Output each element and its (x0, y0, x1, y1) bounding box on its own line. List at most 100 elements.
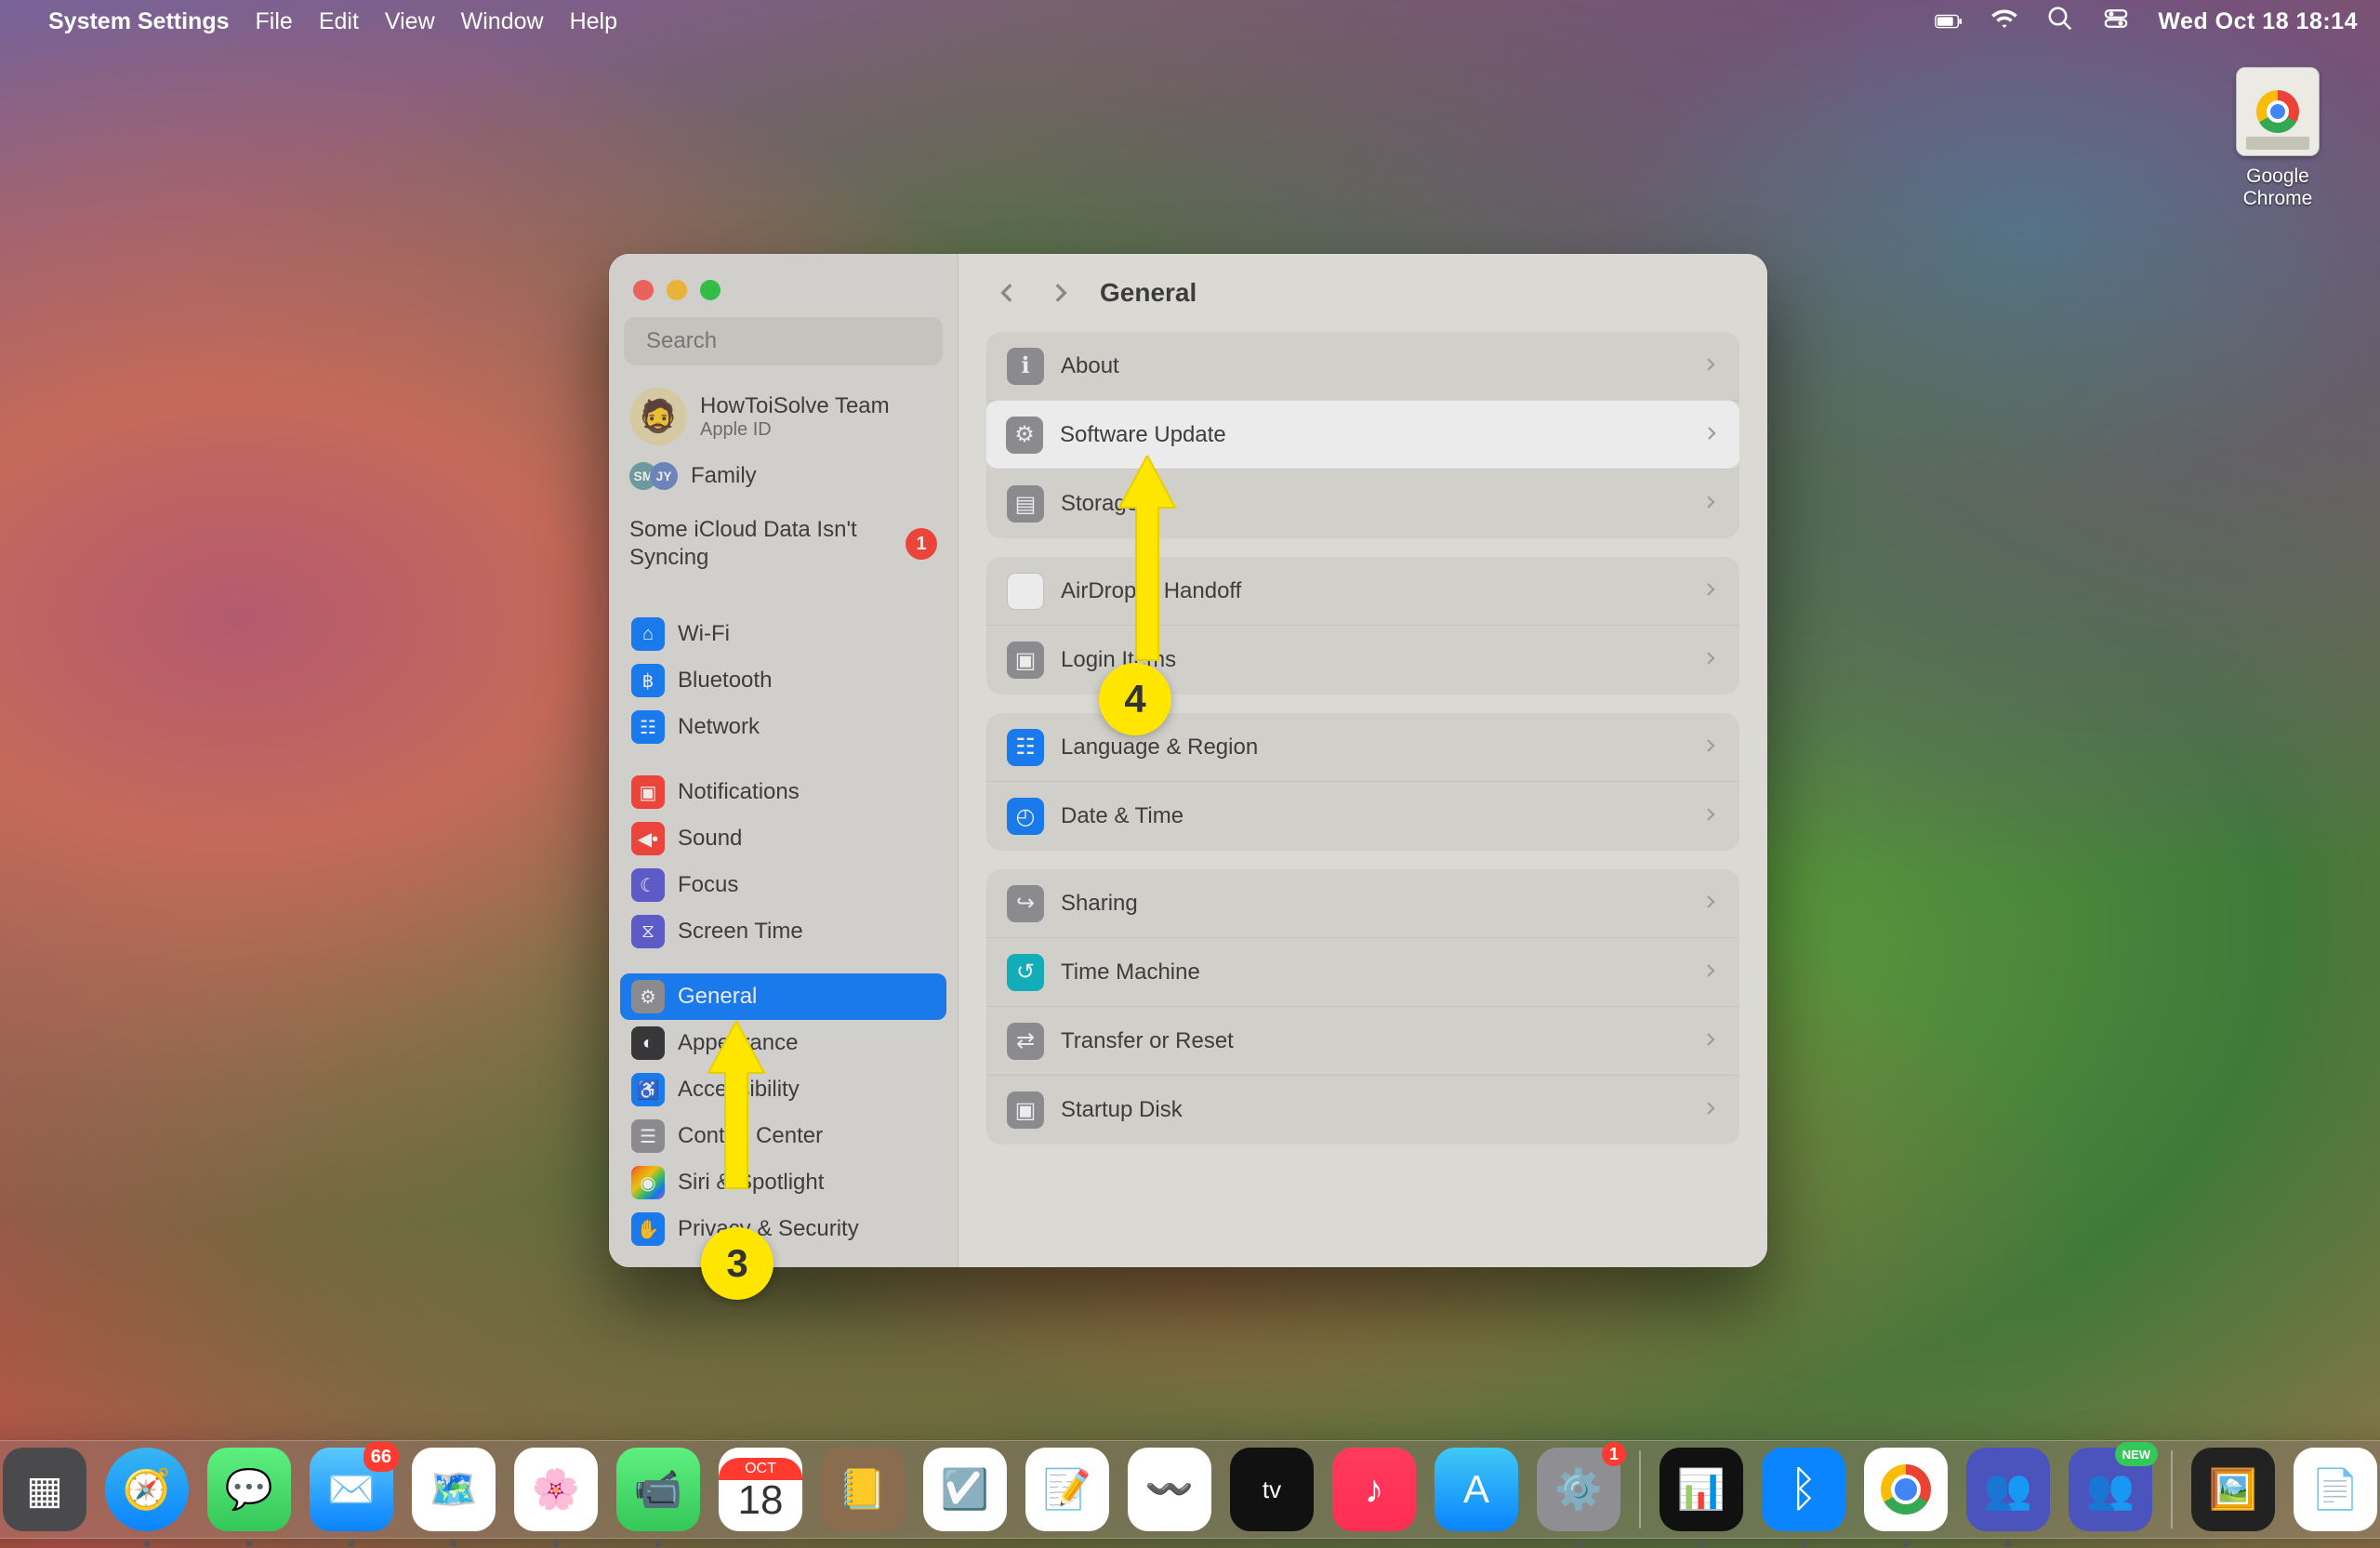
chevron-right-icon (1702, 734, 1719, 761)
dock-facetime[interactable]: 📹 (616, 1448, 700, 1531)
mail-badge: 66 (364, 1442, 399, 1472)
sidebar-item-notifications[interactable]: ▣Notifications (620, 769, 946, 815)
chevron-right-icon (1702, 959, 1719, 986)
content-row-storage[interactable]: ▤Storage (986, 470, 1739, 538)
about-icon: ℹ (1007, 348, 1044, 385)
general-icon: ⚙ (631, 980, 665, 1013)
menubar-item-edit[interactable]: Edit (319, 8, 359, 35)
control-center-icon[interactable] (2102, 5, 2130, 39)
settings-content: General ℹAbout⚙Software Update▤Storage ◎A… (959, 254, 1767, 1267)
dock-reminders[interactable]: ☑️ (923, 1448, 1007, 1531)
controlcenter-icon: ☰ (631, 1119, 665, 1153)
sidebar-item-network[interactable]: ☷Network (620, 704, 946, 750)
dock-settings[interactable]: ⚙️1 (1537, 1448, 1620, 1531)
sidebar-item-bluetooth[interactable]: ฿Bluetooth (620, 657, 946, 704)
wifi-icon[interactable] (1990, 5, 2018, 39)
content-row-airdrop[interactable]: ◎AirDrop & Handoff (986, 557, 1739, 626)
content-row-startup[interactable]: ▣Startup Disk (986, 1076, 1739, 1144)
sidebar-item-general[interactable]: ⚙General (620, 973, 946, 1020)
chevron-right-icon (1702, 803, 1719, 829)
menubar-app-name[interactable]: System Settings (48, 8, 230, 35)
nav-back-button[interactable] (990, 275, 1025, 311)
window-maximize-button[interactable] (700, 280, 721, 300)
sidebar-item-appearance[interactable]: ◐Appearance (620, 1020, 946, 1066)
sidebar-family[interactable]: SMJY Family (609, 455, 958, 503)
menubar-item-help[interactable]: Help (570, 8, 617, 35)
content-row-about[interactable]: ℹAbout (986, 332, 1739, 401)
chevron-right-icon (1702, 491, 1719, 517)
wifi-icon: ⌂ (631, 617, 665, 651)
screentime-icon: ⧖ (631, 915, 665, 948)
chevron-right-icon (1702, 891, 1719, 917)
content-row-sharing[interactable]: ↪ Sharing (986, 869, 1739, 938)
dock-tv[interactable]: tv (1230, 1448, 1314, 1531)
dock-maps[interactable]: 🗺️ (412, 1448, 496, 1531)
dock-music[interactable]: ♪ (1332, 1448, 1416, 1531)
account-subtitle: Apple ID (700, 419, 890, 441)
chrome-drive-icon (2236, 67, 2320, 156)
settings-badge: 1 (1602, 1442, 1626, 1466)
sidebar-icloud-sync[interactable]: Some iCloud Data Isn't Syncing 1 (609, 503, 958, 589)
dock-notes[interactable]: 📝 (1025, 1448, 1109, 1531)
dock-freeform[interactable]: 〰️ (1128, 1448, 1211, 1531)
content-row-label: Sharing (1061, 891, 1138, 917)
window-close-button[interactable] (633, 280, 654, 300)
content-row-datetime[interactable]: ◴Date & Time (986, 782, 1739, 851)
dock-teams-new[interactable]: 👥NEW (2069, 1448, 2152, 1531)
dock-teams[interactable]: 👥 (1966, 1448, 2050, 1531)
dock-messages[interactable]: 💬 (207, 1448, 291, 1531)
sidebar-account[interactable]: 🧔 HowToiSolve Team Apple ID (609, 378, 958, 455)
chevron-right-icon (1702, 647, 1719, 673)
chevron-right-icon (1702, 1028, 1719, 1054)
dock-activity-monitor[interactable]: 📊 (1659, 1448, 1743, 1531)
content-row-software-update[interactable]: ⚙Software Update (986, 401, 1739, 470)
dock-recent-2[interactable]: 📄 (2294, 1448, 2377, 1531)
sidebar-item-siri[interactable]: ◉Siri & Spotlight (620, 1159, 946, 1206)
sidebar-item-wifi[interactable]: ⌂Wi-Fi (620, 611, 946, 657)
login-icon: ▣ (1007, 642, 1044, 679)
nav-forward-button[interactable] (1042, 275, 1078, 311)
dock-appstore[interactable]: A (1435, 1448, 1518, 1531)
content-header: General (959, 254, 1767, 332)
timemachine-icon: ↺ (1007, 954, 1044, 991)
search-input[interactable] (646, 328, 934, 354)
spotlight-icon[interactable] (2046, 5, 2074, 39)
desktop-icon-chrome[interactable]: Google Chrome (2213, 67, 2343, 210)
menubar-item-view[interactable]: View (385, 8, 435, 35)
dock-chrome[interactable] (1864, 1448, 1948, 1531)
menubar-datetime[interactable]: Wed Oct 18 18:14 (2158, 8, 2358, 35)
window-minimize-button[interactable] (667, 280, 687, 300)
sidebar-item-privacy[interactable]: ✋Privacy & Security (620, 1206, 946, 1252)
sidebar-item-screentime[interactable]: ⧖ Screen Time (620, 908, 946, 955)
content-row-timemachine[interactable]: ↺Time Machine (986, 938, 1739, 1007)
dock-photos[interactable]: 🌸 (514, 1448, 598, 1531)
sync-text: Some iCloud Data Isn't Syncing (629, 516, 871, 572)
sidebar-item-label: Network (678, 714, 760, 740)
dock-bluetooth[interactable]: ᛒ (1762, 1448, 1845, 1531)
content-row-label: Transfer or Reset (1061, 1028, 1234, 1054)
annotation-step-4: 4 (1099, 663, 1171, 735)
menubar-item-window[interactable]: Window (461, 8, 544, 35)
dock-separator (1639, 1450, 1641, 1528)
sidebar-item-label: Sound (678, 826, 742, 852)
content-row-transfer[interactable]: ⇄Transfer or Reset (986, 1007, 1739, 1076)
search-field[interactable] (624, 317, 943, 365)
family-avatars: SMJY (629, 462, 678, 490)
battery-icon[interactable] (1935, 7, 1963, 35)
sidebar-item-sound[interactable]: ◀•Sound (620, 815, 946, 862)
menubar-item-file[interactable]: File (256, 8, 293, 35)
sharing-icon: ↪ (1007, 885, 1044, 922)
sidebar-item-focus[interactable]: ☾Focus (620, 862, 946, 908)
annotation-arrow-3 (699, 1021, 774, 1244)
dock-calendar[interactable]: OCT18 (719, 1448, 802, 1531)
dock-recent-1[interactable]: 🖼️ (2191, 1448, 2275, 1531)
dock-mail[interactable]: ✉️66 (310, 1448, 393, 1531)
lang-icon: ☷ (1007, 729, 1044, 766)
dock-contacts[interactable]: 📒 (821, 1448, 905, 1531)
account-avatar: 🧔 (629, 388, 687, 445)
dock-safari[interactable]: 🧭 (105, 1448, 189, 1531)
dock-launchpad[interactable]: ▦ (3, 1448, 86, 1531)
sidebar-item-controlcenter[interactable]: ☰Control Center (620, 1113, 946, 1159)
sidebar-item-label: Screen Time (678, 919, 803, 945)
sidebar-item-accessibility[interactable]: ♿Accessibility (620, 1066, 946, 1113)
